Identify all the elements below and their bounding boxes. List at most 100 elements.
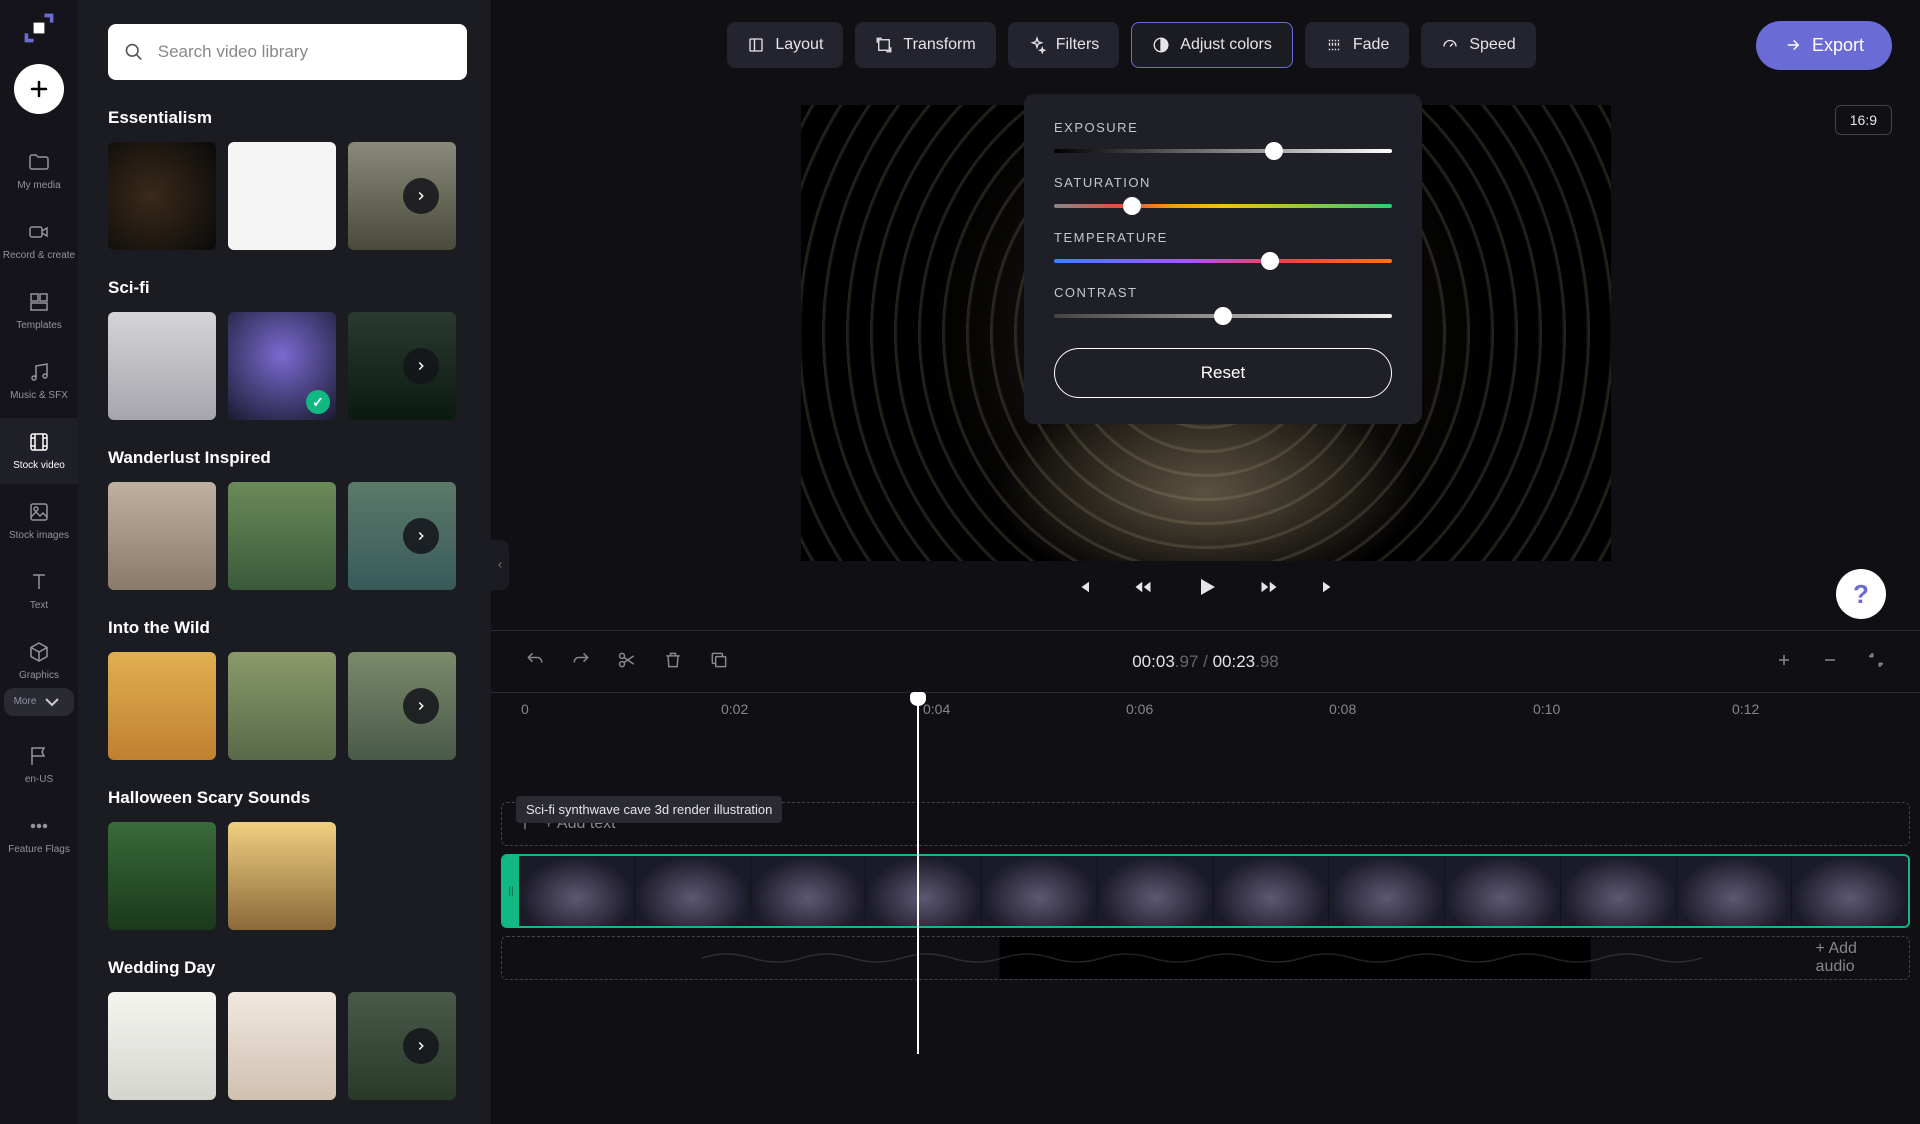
- video-thumb[interactable]: [108, 312, 216, 420]
- sidebar-item-locale[interactable]: en-US: [0, 732, 78, 798]
- video-thumb-selected[interactable]: [228, 312, 336, 420]
- layout-button[interactable]: Layout: [727, 22, 843, 68]
- video-thumb[interactable]: [348, 482, 456, 590]
- ruler-tick: 0:04: [923, 701, 950, 717]
- chevron-right-icon: [414, 359, 428, 373]
- speed-button[interactable]: Speed: [1421, 22, 1535, 68]
- add-audio-track[interactable]: + Add audio: [501, 936, 1910, 980]
- category-title: Wanderlust Inspired: [108, 448, 467, 468]
- video-thumb[interactable]: [348, 992, 456, 1100]
- skip-start-icon: [1074, 578, 1092, 596]
- exposure-slider[interactable]: [1054, 149, 1392, 153]
- category-more-button[interactable]: [403, 1028, 439, 1064]
- search-box[interactable]: [108, 24, 467, 80]
- video-thumb[interactable]: [348, 652, 456, 760]
- filters-button[interactable]: Filters: [1008, 22, 1120, 68]
- delete-button[interactable]: [653, 640, 693, 683]
- video-clip[interactable]: ||: [501, 854, 1910, 928]
- category-more-button[interactable]: [403, 688, 439, 724]
- sidebar-item-music[interactable]: Music & SFX: [0, 348, 78, 414]
- category-more-button[interactable]: [403, 348, 439, 384]
- sidebar-item-label: Record & create: [3, 250, 75, 262]
- category-title: Into the Wild: [108, 618, 467, 638]
- video-thumb[interactable]: [348, 142, 456, 250]
- add-button[interactable]: [14, 64, 64, 114]
- text-icon: [27, 570, 51, 594]
- trash-icon: [663, 650, 683, 670]
- video-thumb[interactable]: [108, 482, 216, 590]
- video-thumb[interactable]: [108, 992, 216, 1100]
- sidebar-item-graphics[interactable]: Graphics More: [0, 628, 78, 728]
- video-thumb[interactable]: [228, 652, 336, 760]
- clip-handle-left[interactable]: ||: [503, 856, 519, 926]
- skip-end-icon: [1320, 578, 1338, 596]
- aspect-ratio-button[interactable]: 16:9: [1835, 105, 1892, 135]
- skip-end-button[interactable]: [1314, 572, 1344, 605]
- ruler-tick: 0:10: [1533, 701, 1560, 717]
- zoom-out-button[interactable]: [1810, 640, 1850, 683]
- saturation-slider[interactable]: [1054, 204, 1392, 208]
- video-thumb[interactable]: [108, 652, 216, 760]
- video-thumb[interactable]: [228, 142, 336, 250]
- timeline-ruler[interactable]: 0 0:02 0:04 0:06 0:08 0:10 0:12: [491, 692, 1920, 726]
- ruler-tick: 0:08: [1329, 701, 1356, 717]
- sidebar-item-stock-video[interactable]: Stock video: [0, 418, 78, 484]
- video-thumb[interactable]: [228, 992, 336, 1100]
- ruler-tick: 0:02: [721, 701, 748, 717]
- image-icon: [27, 500, 51, 524]
- rewind-button[interactable]: [1128, 572, 1158, 605]
- redo-button[interactable]: [561, 640, 601, 683]
- search-input[interactable]: [158, 42, 451, 62]
- temperature-slider[interactable]: [1054, 259, 1392, 263]
- duplicate-button[interactable]: [699, 640, 739, 683]
- split-button[interactable]: [607, 640, 647, 683]
- transform-button[interactable]: Transform: [855, 22, 995, 68]
- contrast-slider[interactable]: [1054, 314, 1392, 318]
- sidebar-item-feature-flags[interactable]: Feature Flags: [0, 802, 78, 868]
- chevron-right-icon: [414, 699, 428, 713]
- copy-icon: [709, 650, 729, 670]
- search-icon: [124, 41, 144, 63]
- library-panel: Essentialism Sci-fi Wanderlust Inspired …: [78, 0, 491, 1124]
- folder-icon: [27, 150, 51, 174]
- waveform-icon: [702, 948, 1702, 968]
- forward-button[interactable]: [1254, 572, 1284, 605]
- zoom-in-button[interactable]: [1764, 640, 1804, 683]
- category-scifi: Sci-fi: [108, 278, 467, 420]
- export-button[interactable]: Export: [1756, 21, 1892, 70]
- video-thumb[interactable]: [228, 822, 336, 930]
- cube-icon: [27, 640, 51, 664]
- play-icon: [1194, 575, 1218, 599]
- video-thumb[interactable]: [108, 142, 216, 250]
- sidebar-item-stock-images[interactable]: Stock images: [0, 488, 78, 554]
- video-thumb[interactable]: [228, 482, 336, 590]
- sidebar-item-templates[interactable]: Templates: [0, 278, 78, 344]
- video-thumb[interactable]: [348, 312, 456, 420]
- sidebar-item-label: Stock images: [9, 530, 69, 542]
- reset-button[interactable]: Reset: [1054, 348, 1392, 398]
- category-essentialism: Essentialism: [108, 108, 467, 250]
- contrast-label: CONTRAST: [1054, 285, 1392, 300]
- sidebar-item-text[interactable]: Text: [0, 558, 78, 624]
- category-more-button[interactable]: [403, 178, 439, 214]
- flag-icon: [27, 744, 51, 768]
- rewind-icon: [1134, 578, 1152, 596]
- clip-tooltip: Sci-fi synthwave cave 3d render illustra…: [516, 796, 782, 823]
- category-more-button[interactable]: [403, 518, 439, 554]
- undo-button[interactable]: [515, 640, 555, 683]
- forward-icon: [1260, 578, 1278, 596]
- sidebar-item-record[interactable]: Record & create: [0, 208, 78, 274]
- contrast-icon: [1152, 36, 1170, 54]
- fade-button[interactable]: Fade: [1305, 22, 1409, 68]
- sparkle-icon: [1028, 36, 1046, 54]
- zoom-fit-button[interactable]: [1856, 640, 1896, 683]
- adjust-colors-button[interactable]: Adjust colors: [1131, 22, 1293, 68]
- playhead[interactable]: [917, 694, 919, 1054]
- video-thumb[interactable]: [108, 822, 216, 930]
- more-badge[interactable]: More: [4, 688, 75, 716]
- help-button[interactable]: ?: [1836, 569, 1886, 619]
- play-button[interactable]: [1188, 569, 1224, 608]
- sidebar-item-label: Templates: [16, 320, 62, 332]
- skip-start-button[interactable]: [1068, 572, 1098, 605]
- sidebar-item-my-media[interactable]: My media: [0, 138, 78, 204]
